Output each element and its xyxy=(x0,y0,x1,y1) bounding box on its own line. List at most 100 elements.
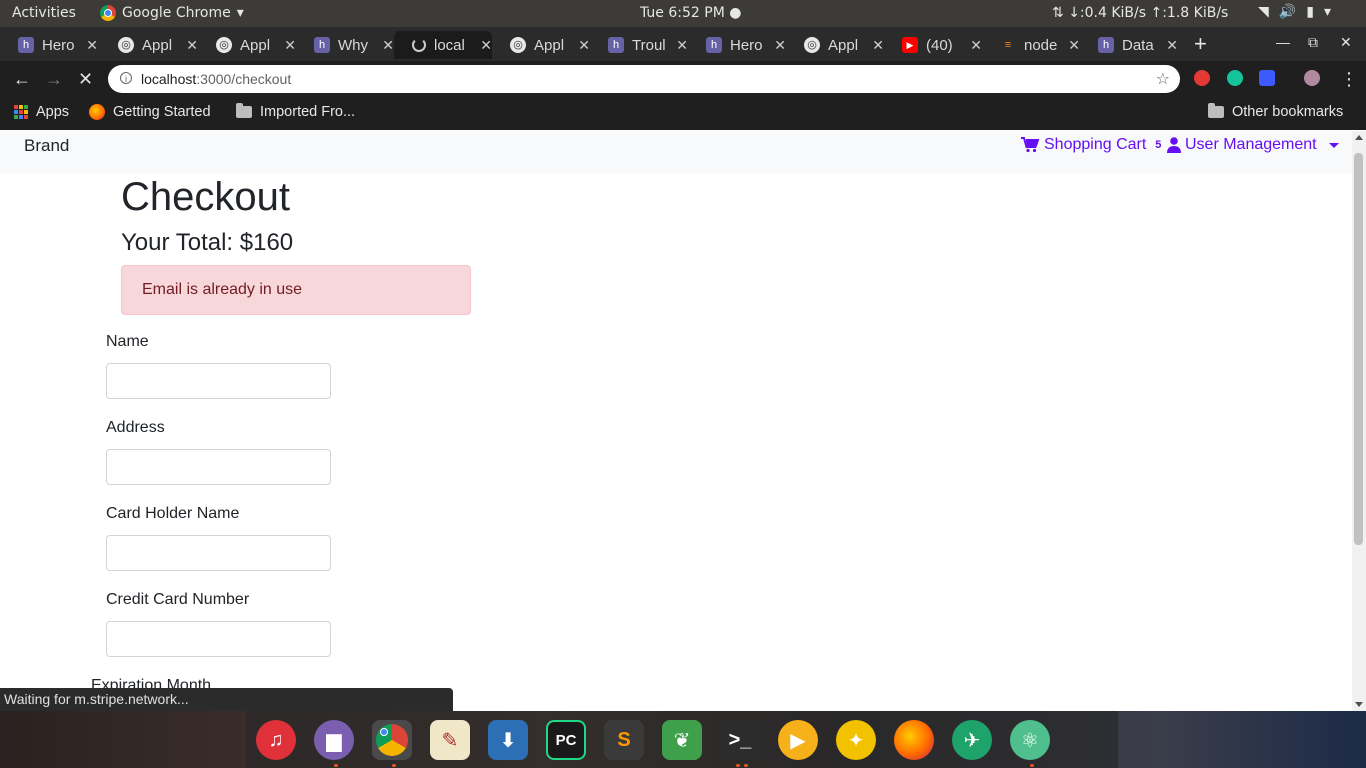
bookmark-getting-started[interactable]: Getting Started xyxy=(89,104,211,120)
close-tab-icon[interactable]: ✕ xyxy=(186,37,198,54)
text-editor-icon[interactable]: ✎ xyxy=(430,720,470,760)
browser-tab[interactable]: h Hero ✕ xyxy=(0,31,98,59)
clock[interactable]: Tue 6:52 PM ● xyxy=(640,5,741,21)
folder-icon xyxy=(236,103,252,118)
heroku-icon: h xyxy=(314,37,330,53)
browser-tab[interactable]: ◎ Appl ✕ xyxy=(198,31,296,59)
browser-tab[interactable]: ≡ node ✕ xyxy=(982,31,1080,59)
close-tab-icon[interactable]: ✕ xyxy=(480,37,492,54)
heroku-icon: h xyxy=(18,37,34,53)
activities-button[interactable]: Activities xyxy=(12,5,76,21)
forward-button[interactable]: → xyxy=(45,69,63,90)
firefox-icon[interactable] xyxy=(894,720,934,760)
dock: ♫ ▆ ✎ ⬇ PC S ❦ >_ ▶ ✦ ✈ ⚛ xyxy=(0,711,1366,768)
notification-dot-icon: ● xyxy=(729,5,742,21)
terminal-icon[interactable]: >_ xyxy=(720,720,760,760)
web-page: Brand Shopping Cart 5 User Management Ch… xyxy=(0,131,1352,711)
maximize-button[interactable]: ⧉ xyxy=(1308,34,1318,51)
browser-tab[interactable]: ◎ Appl ✕ xyxy=(492,31,590,59)
order-total: Your Total: $160 xyxy=(121,229,294,256)
tab-title: local xyxy=(434,36,465,54)
browser-tab[interactable]: h Hero ✕ xyxy=(688,31,786,59)
scrollbar-thumb[interactable] xyxy=(1354,153,1363,545)
info-icon[interactable]: i xyxy=(120,72,132,84)
browser-tab[interactable]: local ✕ xyxy=(394,31,492,59)
shopping-cart-label: Shopping Cart xyxy=(1044,136,1147,153)
card-holder-field[interactable] xyxy=(106,535,331,571)
scroll-down-icon[interactable] xyxy=(1355,702,1363,707)
leaf-icon[interactable]: ❦ xyxy=(662,720,702,760)
scroll-up-icon[interactable] xyxy=(1355,135,1363,140)
page-title: Checkout xyxy=(121,175,290,219)
system-tray[interactable]: ◥ 🔊 ▮ ▾ xyxy=(1258,4,1331,20)
name-field[interactable] xyxy=(106,363,331,399)
files-icon[interactable]: ▆ xyxy=(314,720,354,760)
close-window-button[interactable]: ✕ xyxy=(1340,34,1352,51)
stackoverflow-icon: ≡ xyxy=(1004,39,1012,51)
page-scrollbar[interactable] xyxy=(1352,131,1366,711)
close-tab-icon[interactable]: ✕ xyxy=(382,37,394,54)
wifi-icon: ◥ xyxy=(1258,4,1269,20)
browser-tab[interactable]: ▶ (40) ✕ xyxy=(884,31,982,59)
new-tab-button[interactable]: + xyxy=(1194,31,1207,57)
atom-icon[interactable]: ⚛ xyxy=(1010,720,1050,760)
close-tab-icon[interactable]: ✕ xyxy=(86,37,98,54)
url-text[interactable]: localhost:3000/checkout xyxy=(141,71,291,87)
browser-tab[interactable]: ◎ Appl ✕ xyxy=(786,31,884,59)
kebab-menu-icon[interactable]: ⋮ xyxy=(1340,69,1358,90)
close-tab-icon[interactable]: ✕ xyxy=(578,37,590,54)
extension-icon[interactable] xyxy=(1259,70,1275,86)
tab-title: Appl xyxy=(534,36,565,54)
chevron-down-icon: ▾ xyxy=(1323,4,1331,20)
sublime-icon[interactable]: S xyxy=(604,720,644,760)
close-tab-icon[interactable]: ✕ xyxy=(1166,37,1178,54)
genie-icon[interactable]: ✦ xyxy=(836,720,876,760)
close-tab-icon[interactable]: ✕ xyxy=(872,37,884,54)
chevron-down-icon: ▾ xyxy=(236,5,244,21)
address-bar[interactable]: i localhost:3000/checkout ☆ xyxy=(108,65,1180,93)
close-tab-icon[interactable]: ✕ xyxy=(1068,37,1080,54)
back-button[interactable]: ← xyxy=(13,69,31,90)
running-indicator xyxy=(1030,764,1034,767)
pycharm-icon[interactable]: PC xyxy=(546,720,586,760)
browser-tab[interactable]: h Troul ✕ xyxy=(590,31,688,59)
shopping-cart-link[interactable]: Shopping Cart 5 xyxy=(1021,136,1161,154)
browser-tab[interactable]: h Why ✕ xyxy=(296,31,394,59)
address-field[interactable] xyxy=(106,449,331,485)
close-tab-icon[interactable]: ✕ xyxy=(676,37,688,54)
status-bubble: Waiting for m.stripe.network... xyxy=(0,688,453,711)
bookmark-star-icon[interactable]: ☆ xyxy=(1156,69,1170,89)
close-tab-icon[interactable]: ✕ xyxy=(284,37,296,54)
grammarly-extension-icon[interactable] xyxy=(1227,70,1243,86)
close-tab-icon[interactable]: ✕ xyxy=(774,37,786,54)
card-number-field[interactable] xyxy=(106,621,331,657)
close-tab-icon[interactable]: ✕ xyxy=(970,37,982,54)
rhythmbox-icon[interactable]: ♫ xyxy=(256,720,296,760)
error-alert: Email is already in use xyxy=(121,265,471,315)
status-text: Waiting for m.stripe.network... xyxy=(4,691,189,707)
robo3t-icon[interactable]: ✈ xyxy=(952,720,992,760)
bookmark-apps[interactable]: Apps xyxy=(14,104,69,120)
adblock-extension-icon[interactable] xyxy=(1194,70,1210,86)
network-speed-label: ↓:0.4 KiB/s ↑:1.8 KiB/s xyxy=(1068,5,1229,21)
user-management-dropdown[interactable]: User Management xyxy=(1167,136,1339,154)
bookmark-imported-folder[interactable]: Imported Fro... xyxy=(236,103,355,120)
browser-tab[interactable]: ◎ Appl ✕ xyxy=(100,31,198,59)
chrome-icon[interactable] xyxy=(372,720,412,760)
globe-icon: ◎ xyxy=(510,37,526,53)
installer-icon[interactable]: ⬇ xyxy=(488,720,528,760)
profile-avatar[interactable] xyxy=(1304,70,1320,86)
minimize-button[interactable]: — xyxy=(1276,34,1290,50)
stop-loading-button[interactable]: ✕ xyxy=(78,69,93,90)
running-indicator xyxy=(744,764,748,767)
player-icon[interactable]: ▶ xyxy=(778,720,818,760)
app-menu[interactable]: Google Chrome ▾ xyxy=(100,5,244,21)
heroku-icon: h xyxy=(706,37,722,53)
running-indicator xyxy=(392,764,396,767)
bookmark-other[interactable]: Other bookmarks xyxy=(1208,103,1344,120)
bookmark-label: Other bookmarks xyxy=(1232,104,1344,120)
browser-tab[interactable]: h Data ✕ xyxy=(1080,31,1178,59)
volume-icon: 🔊 xyxy=(1278,4,1297,20)
user-management-label: User Management xyxy=(1185,136,1317,153)
brand-link[interactable]: Brand xyxy=(24,136,69,156)
